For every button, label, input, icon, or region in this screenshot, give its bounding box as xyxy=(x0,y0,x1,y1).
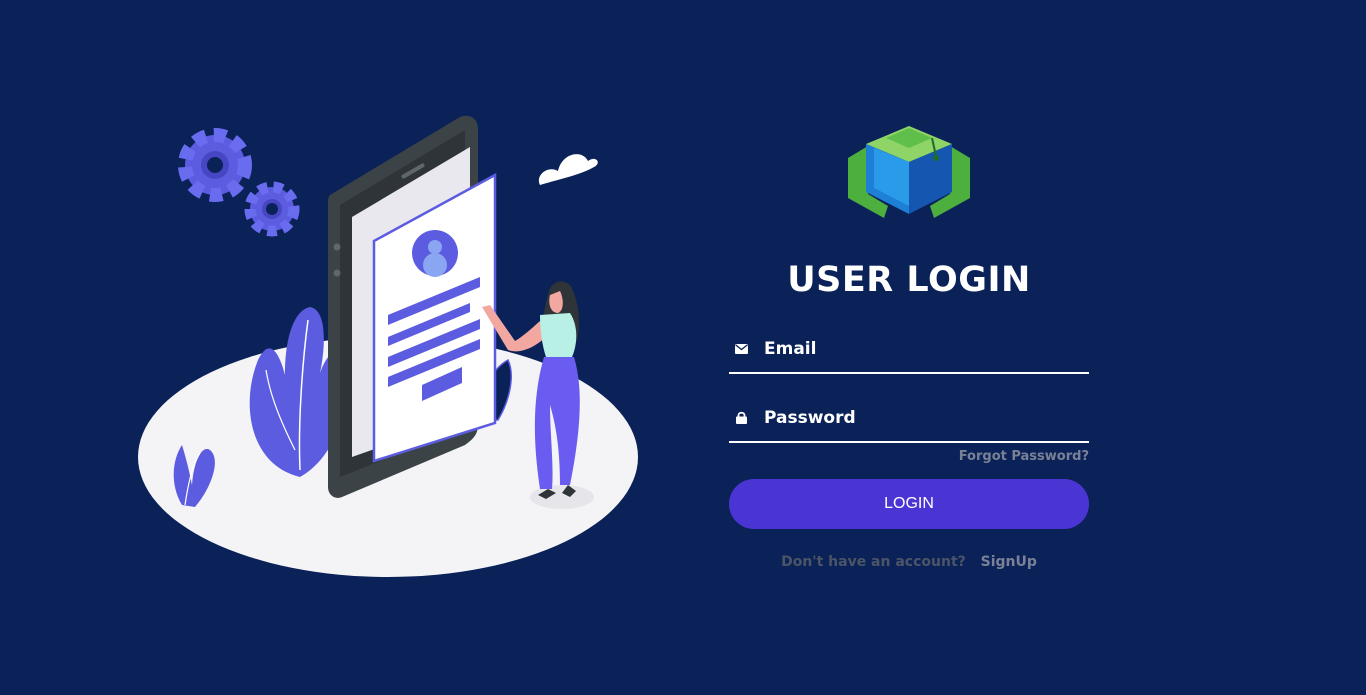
login-button[interactable]: LOGIN xyxy=(729,479,1089,529)
signup-link[interactable]: SignUp xyxy=(981,554,1037,570)
login-illustration xyxy=(138,115,638,577)
password-input[interactable] xyxy=(764,407,1089,428)
signup-prompt: Don't have an account? xyxy=(781,554,966,570)
login-panel: USER LOGIN Forgot Password? LOGIN Don't … xyxy=(729,118,1089,570)
gear-icon-large xyxy=(178,128,252,202)
gear-icon-small xyxy=(244,181,300,237)
cloud xyxy=(538,154,598,185)
email-input[interactable] xyxy=(764,338,1089,359)
lock-icon xyxy=(734,411,748,425)
graduation-cube-logo xyxy=(848,126,970,218)
password-field xyxy=(729,394,1089,443)
email-field xyxy=(729,325,1089,374)
forgot-password-link[interactable]: Forgot Password? xyxy=(729,449,1089,464)
page-title: USER LOGIN xyxy=(787,260,1031,300)
signup-row: Don't have an account? SignUp xyxy=(729,554,1089,570)
envelope-icon xyxy=(734,342,748,356)
